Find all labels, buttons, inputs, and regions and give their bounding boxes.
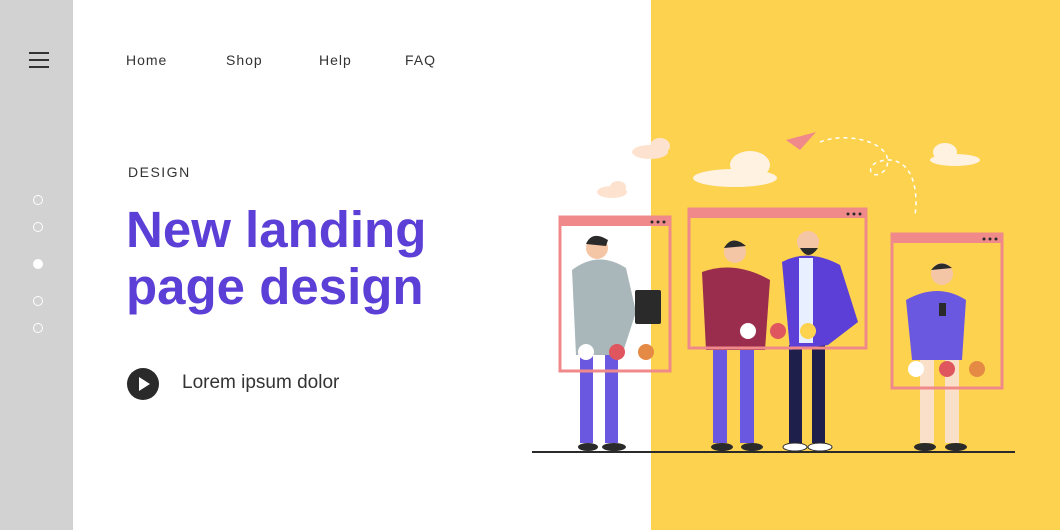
speaker-icon [740, 323, 756, 339]
cloud-icon [693, 143, 980, 187]
person-with-tablet [572, 235, 661, 451]
mute-icon [969, 361, 985, 377]
person-with-phone [906, 263, 967, 451]
nav-home[interactable]: Home [126, 52, 167, 68]
hang-up-icon [609, 344, 625, 360]
video-call-illustration [532, 132, 1015, 453]
pagination-dot-1[interactable] [33, 195, 43, 205]
mute-icon [800, 323, 816, 339]
menu-icon[interactable] [29, 52, 49, 68]
mute-icon [638, 344, 654, 360]
nav-faq[interactable]: FAQ [405, 52, 436, 68]
people-handshake [702, 231, 858, 452]
speaker-icon [908, 361, 924, 377]
hang-up-icon [770, 323, 786, 339]
pagination-dot-5[interactable] [33, 323, 43, 333]
pagination-dot-3[interactable] [33, 259, 43, 269]
page-title: New landing page design [126, 201, 427, 315]
pagination-dot-4[interactable] [33, 296, 43, 306]
cloud-icon [597, 138, 670, 198]
speaker-icon [578, 344, 594, 360]
cta-text[interactable]: Lorem ipsum dolor [182, 372, 339, 394]
pagination-dot-2[interactable] [33, 222, 43, 232]
nav-help[interactable]: Help [319, 52, 352, 68]
play-button[interactable] [127, 368, 159, 400]
paper-plane-icon [786, 132, 917, 216]
nav-shop[interactable]: Shop [226, 52, 263, 68]
sidebar [0, 0, 73, 530]
hang-up-icon [939, 361, 955, 377]
eyebrow-label: DESIGN [128, 164, 191, 180]
